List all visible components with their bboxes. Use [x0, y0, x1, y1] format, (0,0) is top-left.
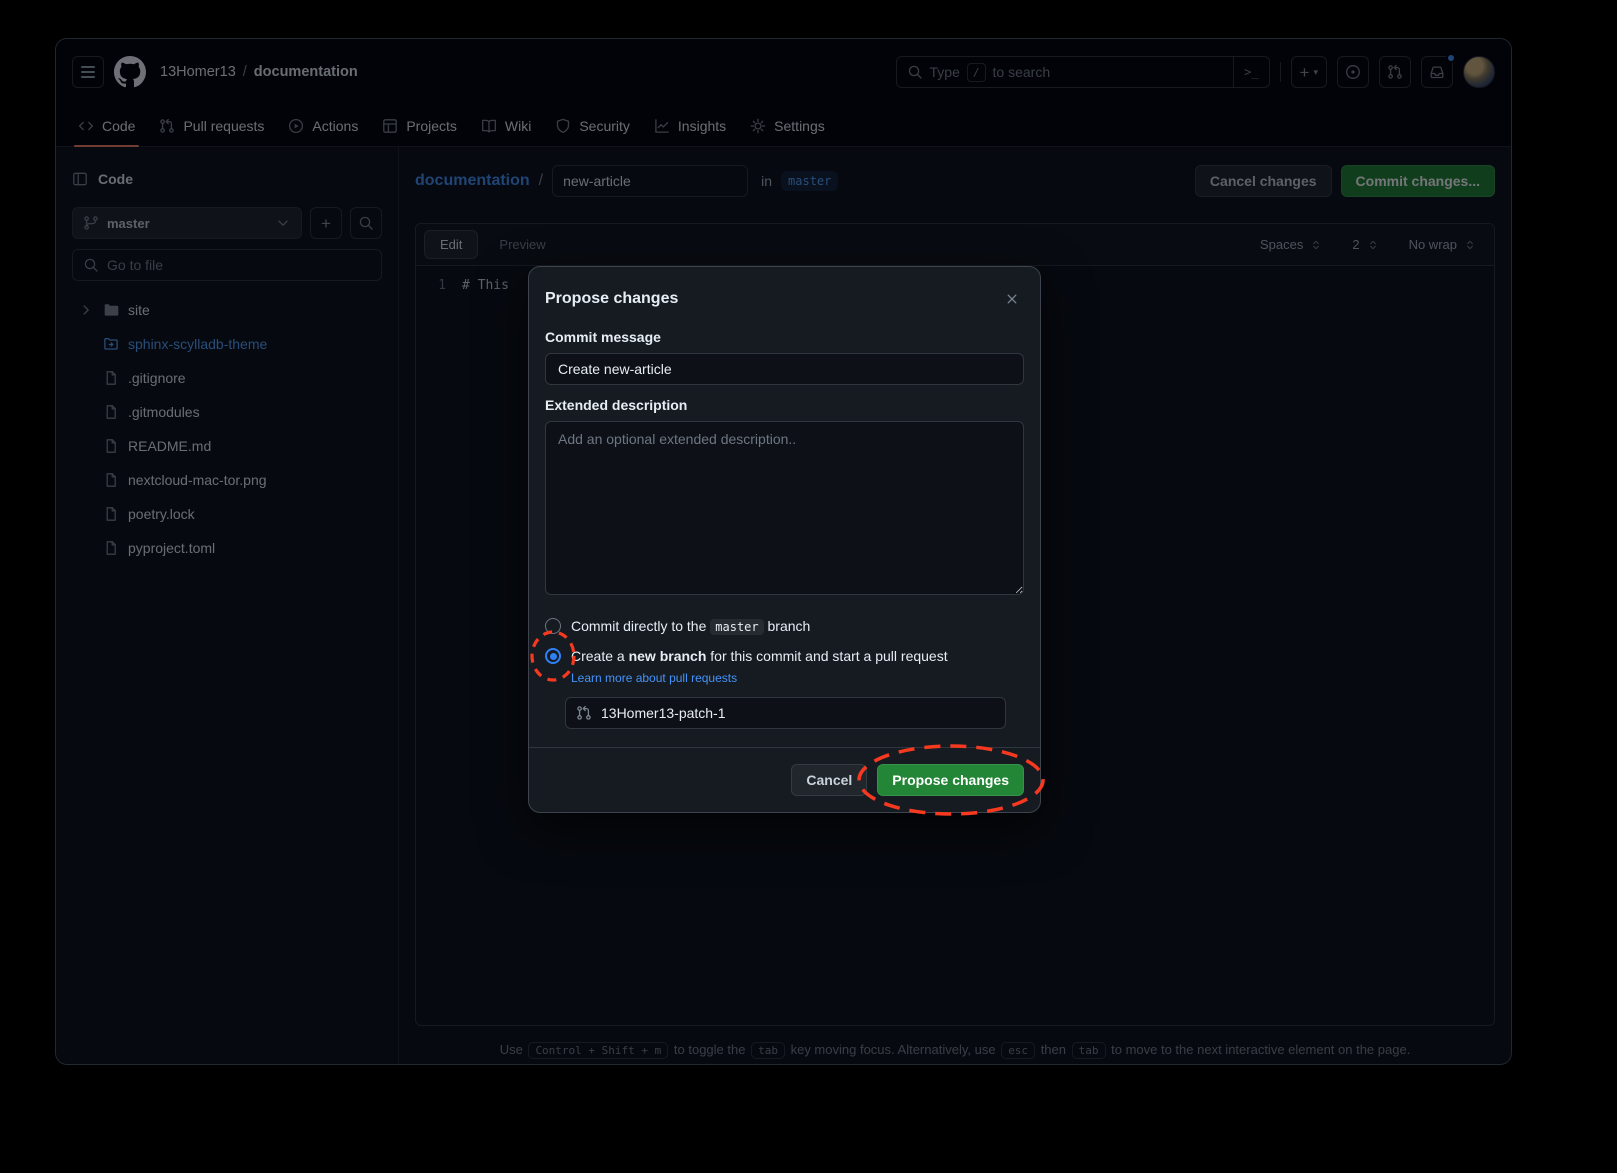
radio-direct-text: Commit directly to the — [571, 618, 710, 634]
radio-direct-text: branch — [764, 618, 811, 634]
github-window: 13Homer13 / documentation Type / to sear… — [55, 38, 1512, 1065]
radio-branch-text: for this commit and start a pull request — [706, 648, 947, 664]
radio-create-branch[interactable]: Create a new branch for this commit and … — [545, 648, 1024, 664]
radio-unchecked-icon[interactable] — [545, 618, 561, 634]
radio-commit-direct[interactable]: Commit directly to the master branch — [545, 618, 1024, 634]
learn-more-link[interactable]: Learn more about pull requests — [571, 671, 1024, 685]
extended-description-label: Extended description — [545, 397, 1024, 413]
cancel-button[interactable]: Cancel — [791, 764, 867, 796]
new-branch-name-input[interactable]: 13Homer13-patch-1 — [565, 697, 1006, 729]
close-icon — [1004, 291, 1020, 307]
git-pull-request-icon — [576, 705, 592, 721]
extended-description-textarea[interactable] — [545, 421, 1024, 595]
commit-message-input[interactable] — [545, 353, 1024, 385]
commit-message-label: Commit message — [545, 329, 1024, 345]
branch-name-value: 13Homer13-patch-1 — [601, 705, 726, 721]
radio-checked-icon[interactable] — [545, 648, 561, 664]
branch-code: master — [710, 619, 763, 635]
propose-changes-button[interactable]: Propose changes — [877, 764, 1024, 796]
close-dialog-button[interactable] — [996, 283, 1028, 315]
propose-changes-dialog: Propose changes Commit message Extended … — [528, 266, 1041, 813]
radio-branch-text: Create a — [571, 648, 629, 664]
dialog-title: Propose changes — [545, 290, 678, 308]
radio-branch-bold: new branch — [629, 648, 707, 664]
